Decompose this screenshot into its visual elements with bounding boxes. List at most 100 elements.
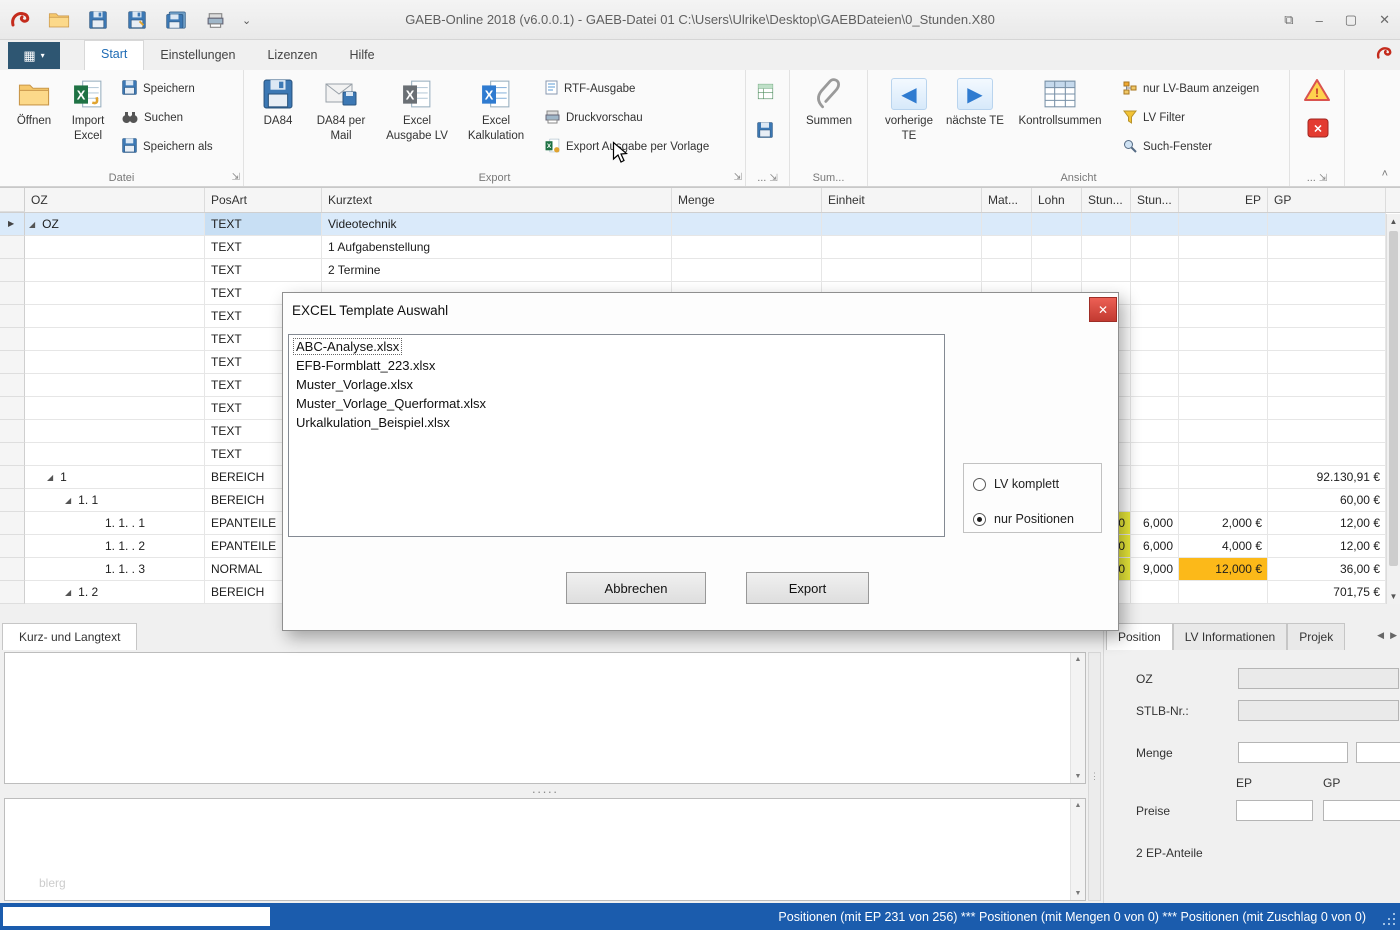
cell-stun2[interactable] [1131, 466, 1179, 489]
cell-oz[interactable]: ◢1 [25, 466, 205, 489]
column-header-kurztext[interactable]: Kurztext [322, 188, 672, 212]
cell-ep[interactable] [1179, 305, 1268, 328]
cell-stun2[interactable] [1131, 328, 1179, 351]
summen-speichern-button[interactable] [757, 120, 773, 142]
template-file-item[interactable]: Urkalkulation_Beispiel.xlsx [291, 414, 942, 433]
kurztext-textarea[interactable]: ▲ ▼ [4, 652, 1086, 784]
cell-oz[interactable] [25, 443, 205, 466]
such-fenster-button[interactable]: Such-Fenster [1123, 136, 1212, 158]
cell-gp[interactable] [1268, 213, 1386, 236]
tab-prev-icon[interactable]: ◀ [1377, 630, 1384, 641]
ribbon-tab-start[interactable]: Start [84, 40, 144, 70]
cell-stun2[interactable] [1131, 489, 1179, 512]
column-header-mat[interactable]: Mat... [982, 188, 1032, 212]
rtf-ausgabe-button[interactable]: RTF-Ausgabe [545, 78, 635, 100]
cell-oz[interactable] [25, 282, 205, 305]
cell-ep[interactable]: 12,000 € [1179, 558, 1268, 581]
da84-per-mail-button[interactable]: DA84 per Mail [308, 76, 374, 144]
vertical-splitter[interactable]: ⋮ [1088, 652, 1101, 901]
column-header-posart[interactable]: PosArt [205, 188, 322, 212]
cell-einheit[interactable] [822, 213, 982, 236]
cell-stun2[interactable] [1131, 581, 1179, 604]
close-button[interactable]: ✕ [1379, 12, 1390, 28]
side-tab-projek[interactable]: Projek [1287, 623, 1345, 650]
scroll-down-icon[interactable]: ▼ [1387, 589, 1400, 604]
ribbon-tab-lizenzen[interactable]: Lizenzen [251, 42, 333, 70]
open-folder-icon[interactable] [47, 8, 71, 32]
excel-kalkulation-button[interactable]: X Excel Kalkulation [460, 76, 532, 144]
textarea-scrollbar[interactable]: ▲ ▼ [1070, 653, 1085, 783]
horizontal-splitter[interactable]: ····· [4, 784, 1086, 798]
cell-einheit[interactable] [822, 236, 982, 259]
cell-oz[interactable] [25, 420, 205, 443]
cell-stun2[interactable] [1131, 305, 1179, 328]
cancel-button[interactable]: Abbrechen [566, 572, 706, 604]
cell-ep[interactable] [1179, 259, 1268, 282]
layout-icon[interactable]: ⧉ [1284, 12, 1293, 28]
export-vorlage-button[interactable]: X Export Ausgabe per Vorlage [545, 136, 709, 158]
cell-ep[interactable]: 2,000 € [1179, 512, 1268, 535]
template-file-item[interactable]: EFB-Formblatt_223.xlsx [291, 357, 942, 376]
radio-nur-positionen[interactable]: nur Positionen [973, 512, 1074, 526]
cell-oz[interactable] [25, 236, 205, 259]
scroll-up-icon[interactable]: ▲ [1075, 656, 1082, 663]
column-header-stun2[interactable]: Stun... [1131, 188, 1179, 212]
cell-stun2[interactable]: 6,000 [1131, 535, 1179, 558]
cell-gp[interactable]: 12,00 € [1268, 535, 1386, 558]
oz-field[interactable] [1238, 668, 1399, 689]
cell-stun2[interactable] [1131, 236, 1179, 259]
ribbon-tab-hilfe[interactable]: Hilfe [334, 42, 391, 70]
cell-oz[interactable] [25, 328, 205, 351]
tree-expander-icon[interactable]: ◢ [47, 473, 53, 482]
cell-gp[interactable] [1268, 397, 1386, 420]
cell-gp[interactable]: 12,00 € [1268, 512, 1386, 535]
cell-oz[interactable] [25, 351, 205, 374]
tab-next-icon[interactable]: ▶ [1390, 630, 1397, 641]
cell-ep[interactable] [1179, 489, 1268, 512]
main-menu-button[interactable]: ▦ ▾ [8, 42, 60, 69]
cell-mat[interactable] [982, 236, 1032, 259]
cell-stun1[interactable] [1082, 259, 1131, 282]
cell-ep[interactable] [1179, 443, 1268, 466]
excel-ausgabe-lv-button[interactable]: X Excel Ausgabe LV [382, 76, 452, 144]
cell-ep[interactable] [1179, 351, 1268, 374]
side-tab-lv-informationen[interactable]: LV Informationen [1173, 623, 1288, 650]
cell-menge[interactable] [672, 259, 822, 282]
minimize-button[interactable]: – [1316, 13, 1323, 28]
radio-lv-komplett[interactable]: LV komplett [973, 477, 1059, 491]
lv-baum-button[interactable]: nur LV-Baum anzeigen [1123, 78, 1259, 100]
cell-gp[interactable] [1268, 236, 1386, 259]
cell-gp[interactable] [1268, 259, 1386, 282]
column-header-lohn[interactable]: Lohn [1032, 188, 1082, 212]
template-file-list[interactable]: ABC-Analyse.xlsxEFB-Formblatt_223.xlsxMu… [288, 334, 945, 537]
column-header-ep[interactable]: EP [1179, 188, 1268, 212]
save-icon[interactable] [86, 8, 110, 32]
cell-ep[interactable] [1179, 328, 1268, 351]
cell-oz[interactable]: ◢1. 1 [25, 489, 205, 512]
dialog-launcher-icon[interactable]: ⇲ [232, 172, 240, 183]
cell-stun2[interactable] [1131, 397, 1179, 420]
cell-gp[interactable]: 36,00 € [1268, 558, 1386, 581]
save-as-icon[interactable] [125, 8, 149, 32]
cell-ep[interactable] [1179, 420, 1268, 443]
gp-field[interactable] [1323, 800, 1400, 821]
cell-ep[interactable] [1179, 581, 1268, 604]
table-row[interactable]: TEXT1 Aufgabenstellung [0, 236, 1400, 259]
column-header-stun1[interactable]: Stun... [1082, 188, 1131, 212]
cell-ep[interactable] [1179, 282, 1268, 305]
cell-oz[interactable] [25, 259, 205, 282]
cell-oz[interactable]: ◢OZ [25, 213, 205, 236]
cell-gp[interactable] [1268, 328, 1386, 351]
scroll-up-icon[interactable]: ▲ [1387, 214, 1400, 229]
cell-stun2[interactable] [1131, 282, 1179, 305]
template-file-item[interactable]: Muster_Vorlage.xlsx [291, 376, 942, 395]
cell-stun2[interactable] [1131, 420, 1179, 443]
cell-stun1[interactable] [1082, 213, 1131, 236]
vorherige-te-button[interactable]: ◀ vorherige TE [880, 76, 938, 144]
tab-kurz-und-langtext[interactable]: Kurz- und Langtext [2, 623, 137, 650]
cell-gp[interactable] [1268, 282, 1386, 305]
cell-ep[interactable]: 4,000 € [1179, 535, 1268, 558]
cell-oz[interactable] [25, 397, 205, 420]
cell-oz[interactable] [25, 305, 205, 328]
cell-posart[interactable]: TEXT [205, 236, 322, 259]
